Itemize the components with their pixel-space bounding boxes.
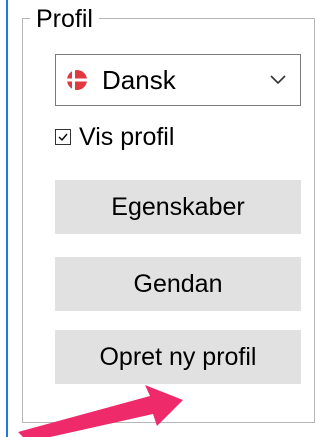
restore-button[interactable]: Gendan [55, 257, 301, 311]
properties-button[interactable]: Egenskaber [55, 180, 301, 234]
language-select-value: Dansk [102, 65, 176, 95]
denmark-flag-icon [66, 69, 88, 91]
group-title: Profil [30, 4, 99, 34]
pointer-arrow-icon [18, 385, 183, 437]
language-select[interactable]: Dansk [55, 54, 301, 106]
show-profile-label: Vis profil [79, 123, 175, 151]
chevron-down-icon [268, 69, 288, 89]
show-profile-checkbox[interactable] [55, 129, 71, 145]
show-profile-row[interactable]: Vis profil [55, 120, 174, 154]
